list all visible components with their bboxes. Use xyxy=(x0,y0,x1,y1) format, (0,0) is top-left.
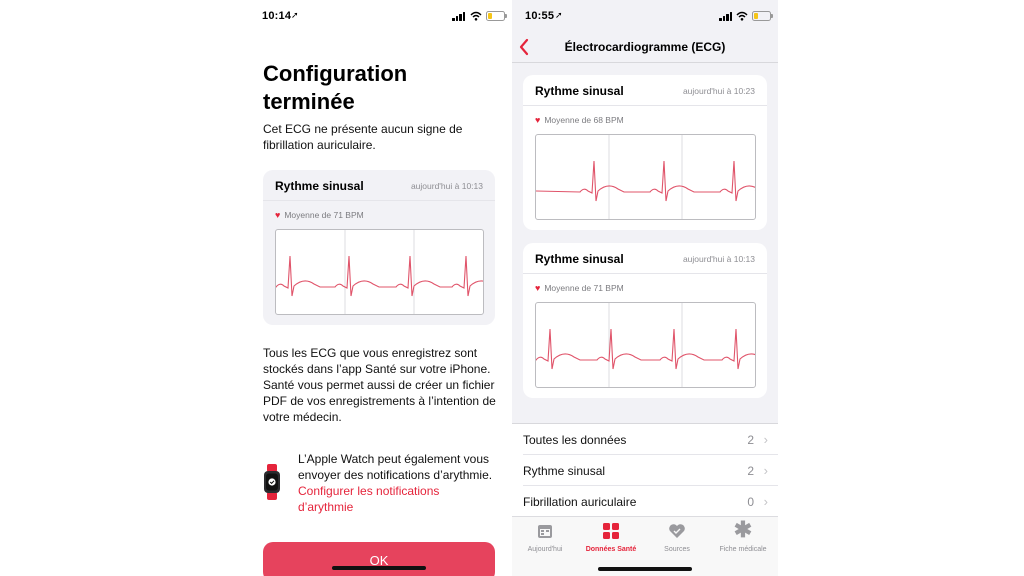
apple-watch-icon xyxy=(264,464,280,500)
ecg-waveform xyxy=(536,303,755,387)
bpm-row: ♥ Moyenne de 71 BPM xyxy=(275,210,364,220)
watch-notification-text: L’Apple Watch peut également vous envoye… xyxy=(298,451,498,515)
chevron-right-icon: › xyxy=(763,432,768,447)
configure-arrhythmia-link[interactable]: Configurer les notifications d’arythmie xyxy=(298,484,439,514)
list-label: Rythme sinusal xyxy=(523,464,606,478)
list-label: Fibrillation auriculaire xyxy=(523,495,637,509)
list-count: 2 xyxy=(747,464,754,478)
grid-icon xyxy=(603,523,619,539)
ecg-card[interactable]: Rythme sinusal aujourd'hui à 10:13 ♥ Moye… xyxy=(263,170,495,325)
wifi-icon xyxy=(736,11,748,21)
signal-icon xyxy=(719,12,733,21)
setup-complete-screen: 10:14 ➚ Configuration terminée Cet ECG n… xyxy=(246,0,512,576)
heart-icon: ♥ xyxy=(275,210,281,220)
chevron-right-icon: › xyxy=(763,463,768,478)
bpm-text: Moyenne de 68 BPM xyxy=(544,115,624,125)
tab-today[interactable]: Aujourd'hui xyxy=(512,517,578,576)
list-count: 2 xyxy=(747,433,754,447)
tab-medical-id[interactable]: ✱ Fiche médicale xyxy=(710,517,776,576)
ecg-card-header: Rythme sinusal aujourd'hui à 10:23 xyxy=(523,75,767,105)
storage-info-text: Tous les ECG que vous enregistrez sont s… xyxy=(263,346,496,424)
ecg-card-date: aujourd'hui à 10:13 xyxy=(682,254,755,264)
asterisk-icon: ✱ xyxy=(733,517,753,542)
bpm-text: Moyenne de 71 BPM xyxy=(544,283,624,293)
wifi-icon xyxy=(470,11,482,21)
location-icon: ➚ xyxy=(291,10,299,20)
ecg-card-date: aujourd'hui à 10:23 xyxy=(682,86,755,96)
divider xyxy=(523,273,767,274)
tab-bar: Aujourd'hui Données Santé Sources ✱ Fich… xyxy=(512,516,778,576)
ecg-card-title: Rythme sinusal xyxy=(275,179,364,193)
ok-button[interactable]: OK xyxy=(263,542,495,576)
list-label: Toutes les données xyxy=(523,433,627,447)
ecg-card-title: Rythme sinusal xyxy=(535,84,624,98)
home-indicator xyxy=(598,567,692,571)
tab-label: Données Santé xyxy=(585,546,637,553)
heart-icon: ♥ xyxy=(535,115,541,125)
intro-text: Cet ECG ne présente aucun signe de fibri… xyxy=(263,122,463,152)
ecg-card-1[interactable]: Rythme sinusal aujourd'hui à 10:23 ♥ Moye… xyxy=(523,75,767,230)
ecg-card-date: aujourd'hui à 10:13 xyxy=(410,181,483,191)
tab-label: Aujourd'hui xyxy=(527,546,563,553)
watch-text: L’Apple Watch peut également vous envoye… xyxy=(298,452,493,482)
ecg-history-screen: 10:55 ➚ Électrocardiogramme (ECG) Rythme… xyxy=(512,0,778,576)
ecg-card-header: Rythme sinusal aujourd'hui à 10:13 xyxy=(263,170,495,200)
divider xyxy=(523,105,767,106)
page-title: Configuration terminée xyxy=(263,61,408,114)
battery-icon xyxy=(486,11,507,21)
ecg-card-2[interactable]: Rythme sinusal aujourd'hui à 10:13 ♥ Moye… xyxy=(523,243,767,398)
location-icon: ➚ xyxy=(555,10,563,20)
ecg-graph xyxy=(275,229,484,315)
list-row-sinus-rhythm[interactable]: Rythme sinusal 2 › xyxy=(512,455,778,486)
status-bar: 10:14 ➚ xyxy=(246,0,512,32)
nav-divider xyxy=(512,62,778,63)
ecg-waveform xyxy=(276,230,483,314)
status-time: 10:55 xyxy=(525,10,555,22)
ecg-card-header: Rythme sinusal aujourd'hui à 10:13 xyxy=(523,243,767,273)
nav-title: Électrocardiogramme (ECG) xyxy=(564,40,726,54)
nav-bar: Électrocardiogramme (ECG) xyxy=(512,32,778,62)
list-row-atrial-fibrillation[interactable]: Fibrillation auriculaire 0 › xyxy=(512,486,778,517)
ecg-waveform xyxy=(536,135,755,219)
status-time: 10:14 xyxy=(262,10,292,22)
ecg-card-title: Rythme sinusal xyxy=(535,252,624,266)
chevron-right-icon: › xyxy=(763,494,768,509)
tab-label: Fiche médicale xyxy=(719,546,767,553)
ecg-graph xyxy=(535,134,756,220)
status-bar: 10:55 ➚ xyxy=(512,0,778,32)
list-count: 0 xyxy=(747,495,754,509)
list-row-all-data[interactable]: Toutes les données 2 › xyxy=(512,424,778,455)
home-indicator xyxy=(332,566,426,570)
heart-icon: ♥ xyxy=(535,283,541,293)
bpm-row: ♥ Moyenne de 71 BPM xyxy=(535,283,624,293)
bpm-text: Moyenne de 71 BPM xyxy=(284,210,364,220)
heart-sources-icon xyxy=(669,524,685,538)
ecg-graph xyxy=(535,302,756,388)
calendar-icon xyxy=(538,525,552,538)
divider xyxy=(263,200,495,201)
battery-icon xyxy=(752,11,773,21)
bpm-row: ♥ Moyenne de 68 BPM xyxy=(535,115,624,125)
tab-label: Sources xyxy=(664,546,690,553)
signal-icon xyxy=(452,12,466,21)
